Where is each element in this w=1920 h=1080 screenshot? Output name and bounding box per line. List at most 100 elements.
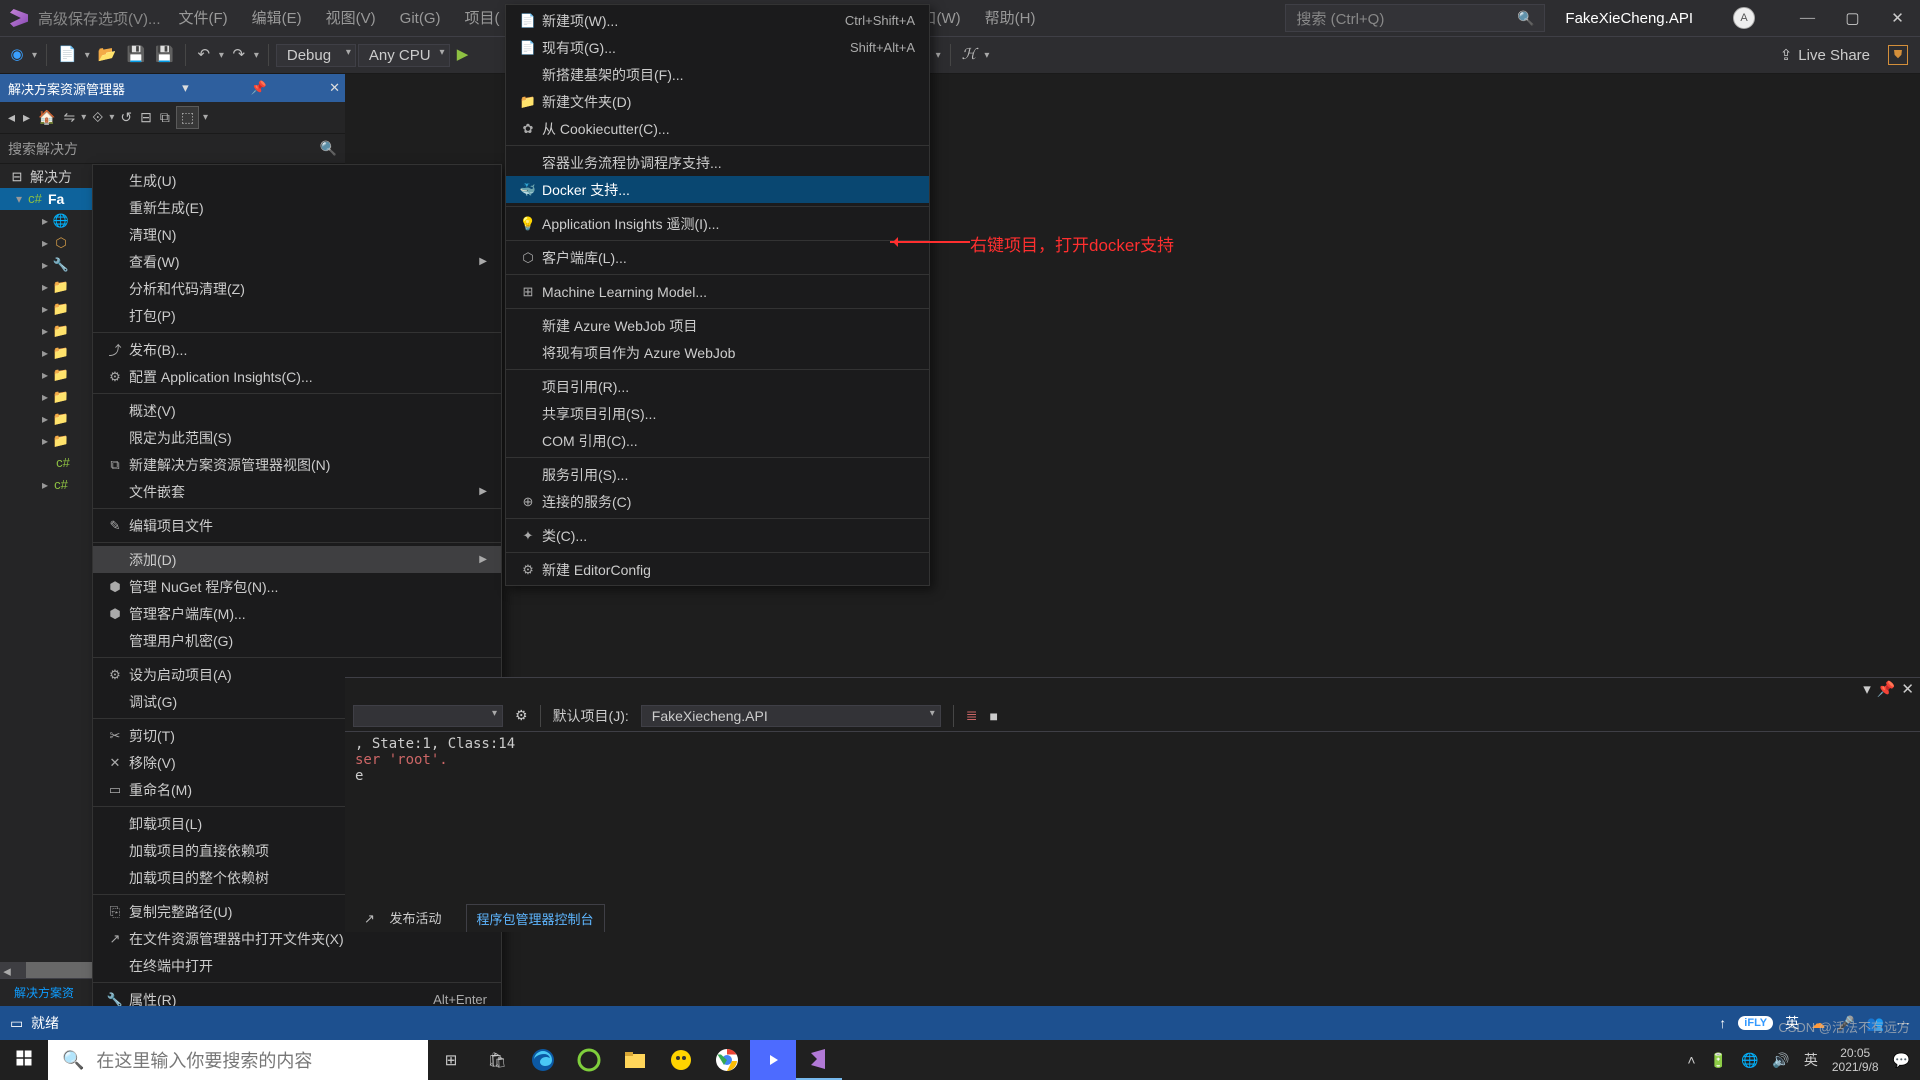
menu-item[interactable]: ⬢管理 NuGet 程序包(N)... — [93, 573, 501, 600]
menu-item[interactable]: 在终端中打开 — [93, 952, 501, 979]
menu-item[interactable]: 限定为此范围(S) — [93, 424, 501, 451]
save-options-label[interactable]: 高级保存选项(V)... — [38, 8, 161, 29]
taskbar-app-yellow[interactable] — [658, 1040, 704, 1080]
tab-pmc[interactable]: 程序包管理器控制台 — [466, 904, 605, 932]
menu-item[interactable]: 📁新建文件夹(D) — [506, 88, 929, 115]
menu-help[interactable]: 帮助(H) — [975, 0, 1046, 37]
start-button[interactable] — [0, 1049, 48, 1072]
menu-item[interactable]: 新建 Azure WebJob 项目 — [506, 312, 929, 339]
clear-icon[interactable]: ≣ — [966, 707, 978, 724]
close-button[interactable]: ✕ — [1875, 9, 1920, 28]
taskbar-app-explorer[interactable] — [612, 1040, 658, 1080]
solex-fwd-icon[interactable]: ▸ — [21, 109, 32, 126]
menu-item[interactable]: ✦类(C)... — [506, 522, 929, 549]
panel-dropdown-icon[interactable]: ▾ — [1863, 680, 1871, 699]
save-all-button[interactable]: 💾 — [151, 43, 178, 67]
panel-pin-icon[interactable]: 📌 — [246, 80, 272, 96]
menu-item[interactable]: ⧉新建解决方案资源管理器视图(N) — [93, 451, 501, 478]
task-view-icon[interactable]: ⊞ — [428, 1040, 474, 1080]
back-button[interactable]: ◉ — [6, 43, 28, 67]
taskbar-app-vs[interactable] — [796, 1040, 842, 1080]
global-search[interactable]: 搜索 (Ctrl+Q)🔍 — [1285, 4, 1545, 32]
tray-wifi-icon[interactable]: 🌐 — [1741, 1052, 1758, 1069]
tray-chevron-icon[interactable]: ˄ — [1687, 1052, 1695, 1068]
menu-item[interactable]: 生成(U) — [93, 167, 501, 194]
panel-close-icon[interactable]: ✕ — [1901, 680, 1914, 699]
panel-pin-icon[interactable]: 📌 — [1877, 680, 1896, 699]
panel-dropdown-icon[interactable]: ▾ — [177, 80, 194, 96]
config-dropdown[interactable]: Debug — [276, 44, 356, 67]
run-button[interactable]: ▶ — [452, 43, 474, 67]
status-output-icon[interactable]: ▭ — [10, 1015, 23, 1032]
undo-button[interactable]: ↶ — [193, 43, 215, 67]
taskbar-app-store[interactable]: 🛍 — [474, 1040, 520, 1080]
save-button[interactable]: 💾 — [122, 43, 149, 67]
solex-back-icon[interactable]: ◂ — [6, 109, 17, 126]
menu-item[interactable]: 容器业务流程协调程序支持... — [506, 149, 929, 176]
solex-home-icon[interactable]: 🏠 — [36, 109, 57, 126]
menu-item[interactable]: ⤴发布(B)... — [93, 336, 501, 363]
menu-item[interactable]: 项目引用(R)... — [506, 373, 929, 400]
menu-item[interactable]: 💡Application Insights 遥测(I)... — [506, 210, 929, 237]
menu-item[interactable]: 服务引用(S)... — [506, 461, 929, 488]
user-avatar[interactable]: A — [1733, 7, 1755, 29]
package-source-dropdown[interactable] — [353, 705, 503, 727]
ifly-icon[interactable]: iFLY — [1738, 1016, 1773, 1030]
flask-icon[interactable]: ℋ — [958, 43, 981, 67]
tray-notifications-icon[interactable]: 💬 — [1893, 1052, 1910, 1069]
menu-item[interactable]: ⊕连接的服务(C) — [506, 488, 929, 515]
tray-clock[interactable]: 20:052021/9/8 — [1832, 1046, 1879, 1074]
solex-refresh-icon[interactable]: ↺ — [118, 109, 134, 126]
open-button[interactable]: 📂 — [94, 43, 121, 67]
menu-view[interactable]: 视图(V) — [316, 0, 386, 37]
solex-sync-icon[interactable]: ⟐ — [90, 109, 105, 126]
menu-item[interactable]: 📄现有项(G)...Shift+Alt+A — [506, 34, 929, 61]
menu-item[interactable]: ⬡客户端库(L)... — [506, 244, 929, 271]
menu-item[interactable]: ⚙配置 Application Insights(C)... — [93, 363, 501, 390]
minimize-button[interactable]: — — [1785, 10, 1830, 27]
taskbar-app-green[interactable] — [566, 1040, 612, 1080]
menu-item[interactable]: 文件嵌套▶ — [93, 478, 501, 505]
menu-item[interactable]: ⬢管理客户端库(M)... — [93, 600, 501, 627]
solex-switch-icon[interactable]: ⇋ — [62, 109, 78, 126]
taskbar-app-media[interactable] — [750, 1040, 796, 1080]
default-project-dropdown[interactable]: FakeXiecheng.API — [641, 705, 941, 727]
menu-item[interactable]: ⊞Machine Learning Model... — [506, 278, 929, 305]
menu-item[interactable]: 新搭建基架的项目(F)... — [506, 61, 929, 88]
menu-item[interactable]: 将现有项目作为 Azure WebJob — [506, 339, 929, 366]
panel-close-icon[interactable]: ✕ — [324, 80, 345, 96]
menu-item[interactable]: 管理用户机密(G) — [93, 627, 501, 654]
menu-item[interactable]: 添加(D)▶ — [93, 546, 501, 573]
platform-dropdown[interactable]: Any CPU — [358, 44, 450, 67]
stop-icon[interactable]: ■ — [990, 708, 998, 724]
redo-button[interactable]: ↷ — [228, 43, 250, 67]
solex-search[interactable]: 搜索解决方🔍 — [0, 134, 345, 164]
menu-item[interactable]: 分析和代码清理(Z) — [93, 275, 501, 302]
new-file-button[interactable]: 📄 — [54, 43, 81, 67]
live-share[interactable]: ⇪Live Share⛊ — [1780, 45, 1914, 65]
menu-edit[interactable]: 编辑(E) — [242, 0, 312, 37]
status-up-icon[interactable]: ↑ — [1719, 1015, 1726, 1031]
menu-item[interactable]: 🐳Docker 支持... — [506, 176, 929, 203]
menu-item[interactable]: ✿从 Cookiecutter(C)... — [506, 115, 929, 142]
menu-item[interactable]: 打包(P) — [93, 302, 501, 329]
menu-item[interactable]: 概述(V) — [93, 397, 501, 424]
solex-collapse-icon[interactable]: ⊟ — [138, 109, 154, 126]
tab-publish[interactable]: ↗ 发布活动 — [353, 903, 464, 932]
menu-item[interactable]: ✎编辑项目文件 — [93, 512, 501, 539]
menu-item[interactable]: ⚙新建 EditorConfig — [506, 556, 929, 583]
tab-solex[interactable]: 解决方案资 — [6, 980, 82, 1005]
menu-git[interactable]: Git(G) — [390, 0, 451, 37]
menu-item[interactable]: COM 引用(C)... — [506, 427, 929, 454]
gear-icon[interactable]: ⚙ — [515, 707, 528, 724]
menu-project[interactable]: 项目( — [454, 0, 509, 37]
solex-show-icon[interactable]: ⬚ — [176, 106, 199, 129]
menu-item[interactable]: 查看(W)▶ — [93, 248, 501, 275]
menu-item[interactable]: 共享项目引用(S)... — [506, 400, 929, 427]
tray-battery-icon[interactable]: 🔋 — [1710, 1052, 1727, 1069]
maximize-button[interactable]: ▢ — [1830, 9, 1875, 28]
tray-volume-icon[interactable]: 🔊 — [1772, 1052, 1789, 1069]
menu-item[interactable]: 清理(N) — [93, 221, 501, 248]
menu-file[interactable]: 文件(F) — [169, 0, 238, 37]
taskbar-app-edge[interactable] — [520, 1040, 566, 1080]
